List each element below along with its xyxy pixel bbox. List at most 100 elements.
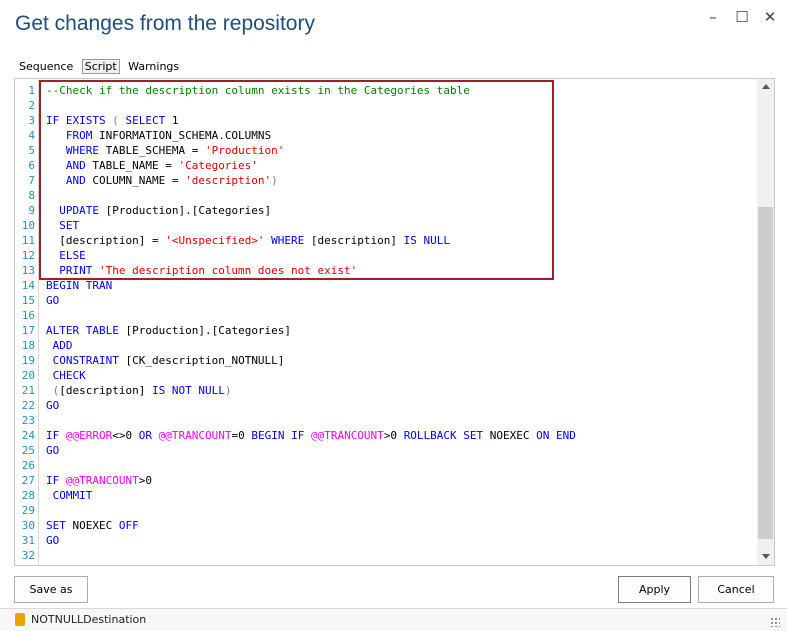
code-token: GO bbox=[46, 444, 60, 457]
line-number: 1 bbox=[28, 84, 35, 97]
tab-script[interactable]: Script bbox=[81, 59, 120, 74]
code-token: SET bbox=[46, 519, 73, 532]
line-number: 13 bbox=[21, 264, 35, 277]
code-token: TABLE_NAME = bbox=[92, 159, 179, 172]
code-token: 'Categories' bbox=[178, 159, 258, 172]
code-token: SET bbox=[46, 219, 80, 232]
code-token: ) bbox=[271, 174, 278, 187]
code-token: OFF bbox=[118, 519, 139, 532]
code-token: ADD bbox=[46, 339, 73, 352]
code-token: ALTER TABLE bbox=[46, 324, 126, 337]
line-number: 12 bbox=[21, 249, 35, 262]
line-number: 9 bbox=[28, 204, 35, 217]
code-token: NOEXEC bbox=[489, 429, 537, 442]
line-number: 31 bbox=[21, 534, 35, 547]
tab-warnings[interactable]: Warnings bbox=[127, 60, 180, 73]
code-token: ( bbox=[46, 384, 60, 397]
code-line: SET NOEXEC OFF bbox=[46, 518, 139, 533]
vertical-scrollbar[interactable] bbox=[757, 79, 774, 565]
code-token: [CK_description_NOTNULL] bbox=[125, 354, 285, 367]
code-token: NOEXEC bbox=[72, 519, 119, 532]
code-line: GO bbox=[46, 533, 59, 548]
code-token: @@TRANCOUNT bbox=[158, 429, 232, 442]
line-number: 19 bbox=[21, 354, 35, 367]
code-token: ROLLBACK SET bbox=[403, 429, 490, 442]
minimize-icon[interactable]: – bbox=[702, 6, 724, 28]
code-line: WHERE TABLE_SCHEMA = 'Production' bbox=[46, 143, 285, 158]
code-line: ELSE bbox=[46, 248, 86, 263]
close-icon[interactable]: ✕ bbox=[759, 6, 781, 28]
code-token: WHERE bbox=[264, 234, 311, 247]
line-number: 15 bbox=[21, 294, 35, 307]
code-token: >0 bbox=[383, 429, 404, 442]
code-token: >0 bbox=[138, 474, 152, 487]
line-number: 11 bbox=[21, 234, 35, 247]
code-token: COLUMN_NAME = bbox=[92, 174, 186, 187]
line-number: 20 bbox=[21, 369, 35, 382]
code-token: BEGIN TRAN bbox=[46, 279, 113, 292]
tab-sequence[interactable]: Sequence bbox=[18, 60, 74, 73]
code-token: CONSTRAINT bbox=[46, 354, 126, 367]
code-token: GO bbox=[46, 399, 60, 412]
maximize-icon[interactable]: ☐ bbox=[731, 6, 753, 28]
cancel-button[interactable]: Cancel bbox=[698, 576, 774, 603]
code-token: CHECK bbox=[46, 369, 86, 382]
line-number-gutter: 1 2 3 4 5 6 7 8 9 10 11 12 13 14 15 16 17 18 19 20 21 22 23 24 2… bbox=[15, 79, 39, 565]
line-number: 2 bbox=[28, 99, 35, 112]
code-token: AND bbox=[46, 159, 93, 172]
line-number: 3 bbox=[28, 114, 35, 127]
line-number: 30 bbox=[21, 519, 35, 532]
code-line: CHECK bbox=[46, 368, 86, 383]
code-line: IF @@TRANCOUNT>0 bbox=[46, 473, 152, 488]
scrollbar-thumb[interactable] bbox=[758, 207, 773, 539]
line-number: 8 bbox=[28, 189, 35, 202]
window-title: Get changes from the repository bbox=[15, 12, 315, 35]
line-number: 26 bbox=[21, 459, 35, 472]
code-token: 'The description column does not exist' bbox=[98, 264, 358, 277]
scroll-up-icon[interactable] bbox=[762, 84, 770, 89]
code-token: [Production].[Categories] bbox=[125, 324, 292, 337]
code-area[interactable]: --Check if the description column exists… bbox=[46, 79, 756, 565]
code-token: SELECT bbox=[125, 114, 172, 127]
code-line: ([description] IS NOT NULL) bbox=[46, 383, 232, 398]
line-number: 29 bbox=[21, 504, 35, 517]
code-line: IF @@ERROR<>0 OR @@TRANCOUNT=0 BEGIN IF … bbox=[46, 428, 576, 443]
line-number: 17 bbox=[21, 324, 35, 337]
apply-button[interactable]: Apply bbox=[618, 576, 691, 603]
code-token: COMMIT bbox=[46, 489, 93, 502]
line-number: 27 bbox=[21, 474, 35, 487]
line-number: 10 bbox=[21, 219, 35, 232]
code-line: --Check if the description column exists… bbox=[46, 83, 470, 98]
save-as-button[interactable]: Save as bbox=[14, 576, 88, 603]
script-editor[interactable]: 1 2 3 4 5 6 7 8 9 10 11 12 13 14 15 16 17 18 19 20 21 22 23 24 2… bbox=[14, 78, 775, 566]
connection-name: NOTNULLDestination bbox=[31, 613, 147, 626]
code-line: COMMIT bbox=[46, 488, 93, 503]
code-token: ON END bbox=[536, 429, 576, 442]
code-token: UPDATE bbox=[46, 204, 106, 217]
code-line: FROM INFORMATION_SCHEMA.COLUMNS bbox=[46, 128, 271, 143]
code-token: @@TRANCOUNT bbox=[65, 474, 139, 487]
code-token: @@TRANCOUNT bbox=[310, 429, 384, 442]
code-line: GO bbox=[46, 293, 59, 308]
line-number: 28 bbox=[21, 489, 35, 502]
resize-grip-icon[interactable] bbox=[770, 617, 780, 627]
code-token: 'Production' bbox=[204, 144, 285, 157]
code-token: FROM bbox=[46, 129, 99, 142]
line-number: 23 bbox=[21, 414, 35, 427]
code-token: GO bbox=[46, 534, 60, 547]
scroll-down-icon[interactable] bbox=[762, 554, 770, 559]
code-token: ( bbox=[112, 114, 126, 127]
line-number: 21 bbox=[21, 384, 35, 397]
code-token: '<Unspecified>' bbox=[165, 234, 265, 247]
code-token: EXISTS bbox=[65, 114, 113, 127]
code-line: IF EXISTS ( SELECT 1 bbox=[46, 113, 178, 128]
code-token: INFORMATION_SCHEMA.COLUMNS bbox=[98, 129, 272, 142]
line-number: 5 bbox=[28, 144, 35, 157]
code-line: [description] = '<Unspecified>' WHERE [d… bbox=[46, 233, 450, 248]
line-number: 24 bbox=[21, 429, 35, 442]
code-line: BEGIN TRAN bbox=[46, 278, 112, 293]
database-icon bbox=[15, 613, 25, 626]
line-number: 16 bbox=[21, 309, 35, 322]
tab-strip: Sequence Script Warnings bbox=[18, 59, 184, 74]
code-line: GO bbox=[46, 398, 59, 413]
